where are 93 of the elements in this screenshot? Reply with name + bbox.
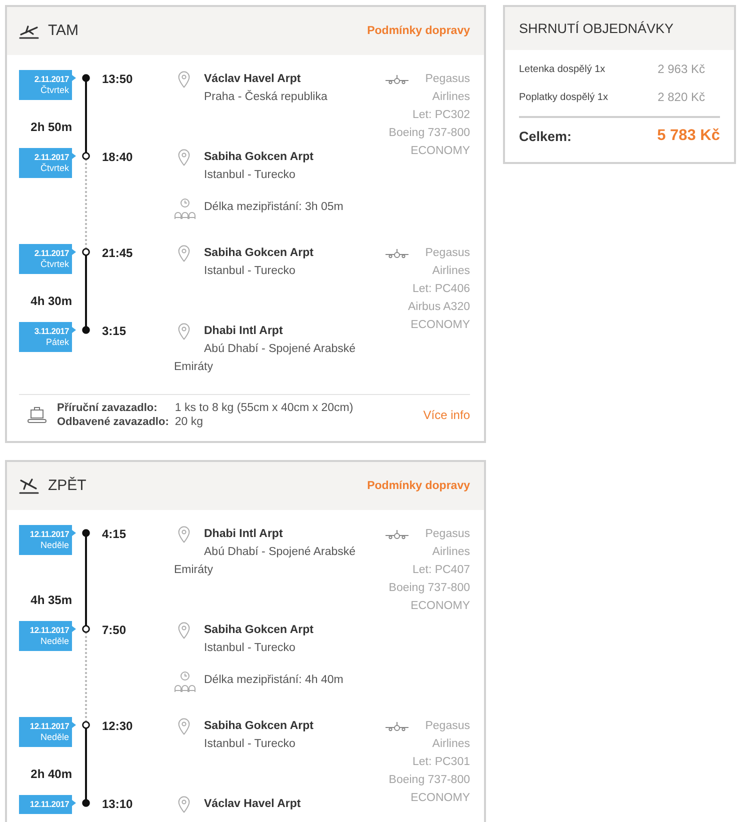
airplane-icon [385,74,409,86]
city-name: Istanbul - Turecko [203,641,296,656]
badge-weekday: Neděle [40,540,69,551]
cabin-class: ECONOMY [410,599,470,614]
layover-duration: Délka mezipřistání: 4h 40m [204,673,344,688]
total-price: 5 783 Kč [657,127,720,145]
item-price: 2 963 Kč [658,62,705,76]
cabin-class: ECONOMY [410,318,470,333]
badge-date: 12.11.2017 [30,799,69,810]
flight-duration: 4h 30m [30,293,72,310]
baggage-value: 1 ks to 8 kg (55cm x 40cm x 20cm) [174,401,354,415]
airport-name: Sabiha Gokcen Arpt [204,623,314,638]
total-label: Celkem: [519,128,572,144]
badge-date: 2.11.2017 [34,74,69,85]
map-pin-icon [178,622,190,639]
item-price: 2 820 Kč [658,90,705,104]
flight-duration: 2h 40m [30,766,72,783]
section-title: ZPĚT [48,477,86,495]
landing-icon [19,478,39,494]
city-name: Abú Dhabí - Spojené Arabské Emiráty [174,342,357,375]
airport-name: Václav Havel Arpt [204,72,302,87]
suitcase-icon [27,406,47,424]
map-pin-icon [178,526,190,543]
airplane-icon [385,248,409,260]
flight-duration: 2h 50m [30,119,72,136]
conditions-link[interactable]: Podmínky dopravy [367,23,470,39]
cabin-class: ECONOMY [410,144,470,159]
city-name: Abú Dhabí - Spojené Arabské Emiráty [174,545,357,578]
map-pin-icon [178,796,190,813]
flight-duration: 4h 35m [30,592,72,609]
layover-duration: Délka mezipřistání: 3h 05m [204,200,344,215]
flight-number: Let: PC301 [411,755,470,770]
badge-weekday: Čtvrtek [40,85,69,96]
summary-title: SHRNUTÍ OBJEDNÁVKY [519,21,674,36]
airport-name: Václav Havel Arpt [204,797,302,812]
stop-time: 4:15 [102,526,126,543]
badge-weekday: Neděle [40,636,69,647]
airplane-icon [385,529,409,541]
flight-number: Let: PC407 [411,563,470,578]
conditions-link[interactable]: Podmínky dopravy [367,478,470,494]
airport-name: Dhabi Intl Arpt [204,324,284,339]
clock-chairs-icon [174,671,196,693]
airline-name: Pegasus Airlines [424,72,470,105]
stop-time: 18:40 [102,149,133,166]
stop-time: 12:30 [102,718,133,735]
badge-date: 12.11.2017 [30,721,69,732]
baggage-value: 20 kg [174,415,204,429]
badge-date: 12.11.2017 [30,625,69,636]
item-label: Poplatky dospělý 1x [519,92,608,102]
airport-name: Sabiha Gokcen Arpt [204,719,314,734]
badge-date: 3.11.2017 [34,326,69,337]
aircraft-type: Airbus A320 [406,300,470,315]
badge-weekday: Čtvrtek [40,163,69,174]
badge-weekday: Neděle [40,732,69,743]
map-pin-icon [178,71,190,88]
airline-name: Pegasus Airlines [424,527,470,560]
map-pin-icon [178,323,190,340]
badge-date: 2.11.2017 [34,152,69,163]
badge-weekday: Čtvrtek [40,259,69,270]
section-title: TAM [48,22,79,40]
airline-name: Pegasus Airlines [424,719,470,752]
baggage-label: Odbavené zavazadlo: [57,415,169,429]
map-pin-icon [178,718,190,735]
map-pin-icon [178,149,190,166]
stop-time: 3:15 [102,323,126,340]
badge-date: 2.11.2017 [34,248,69,259]
city-name: Istanbul - Turecko [203,737,296,752]
map-pin-icon [178,245,190,262]
stop-time: 21:45 [102,245,133,262]
airplane-icon [385,721,409,733]
more-info-link[interactable]: Více info [423,407,470,423]
airport-name: Dhabi Intl Arpt [204,527,284,542]
takeoff-icon [19,23,39,39]
badge-weekday: Pátek [46,337,69,348]
aircraft-type: Boeing 737-800 [388,773,470,788]
baggage-label: Příruční zavazadlo: [57,401,158,415]
stop-time: 13:50 [102,71,133,88]
flight-number: Let: PC406 [411,282,470,297]
item-label: Letenka dospělý 1x [519,64,606,74]
city-name: Praha - Česká republika [203,89,328,105]
flight-number: Let: PC302 [411,108,470,123]
airport-name: Sabiha Gokcen Arpt [204,246,314,261]
stop-time: 7:50 [102,622,126,639]
city-name: Istanbul - Turecko [203,264,296,279]
airport-name: Sabiha Gokcen Arpt [204,150,314,165]
stop-time: 13:10 [102,796,133,813]
city-name: Istanbul - Turecko [203,168,296,183]
clock-chairs-icon [174,198,196,220]
cabin-class: ECONOMY [410,791,470,806]
aircraft-type: Boeing 737-800 [388,581,470,596]
badge-date: 12.11.2017 [30,529,69,540]
airline-name: Pegasus Airlines [424,246,470,279]
aircraft-type: Boeing 737-800 [388,126,470,141]
